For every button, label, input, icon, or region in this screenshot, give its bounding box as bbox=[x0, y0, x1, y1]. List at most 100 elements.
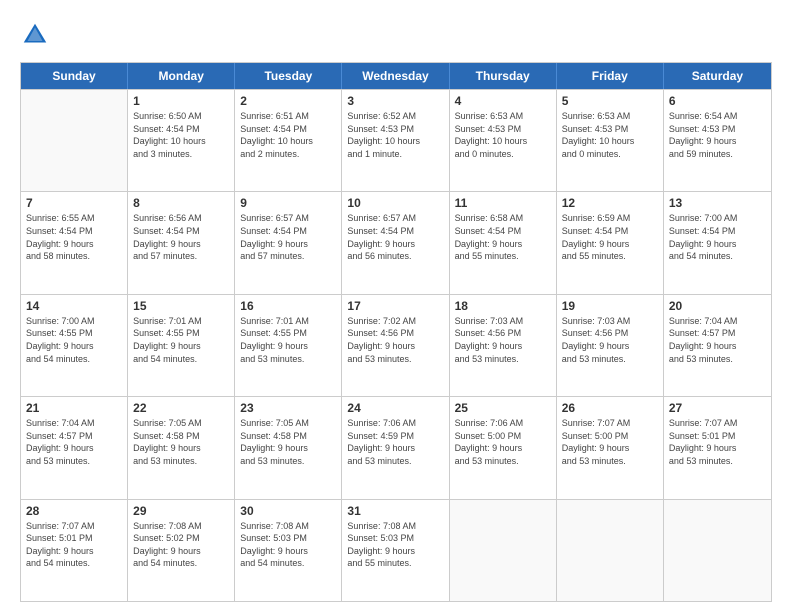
cell-line: Daylight: 9 hours bbox=[240, 442, 336, 455]
calendar-cell: 19Sunrise: 7:03 AMSunset: 4:56 PMDayligh… bbox=[557, 295, 664, 396]
cell-line: and 54 minutes. bbox=[133, 353, 229, 366]
cell-line: Daylight: 10 hours bbox=[562, 135, 658, 148]
cell-line: Sunset: 4:54 PM bbox=[133, 123, 229, 136]
day-number: 11 bbox=[455, 196, 551, 210]
calendar-cell: 31Sunrise: 7:08 AMSunset: 5:03 PMDayligh… bbox=[342, 500, 449, 601]
calendar-cell: 13Sunrise: 7:00 AMSunset: 4:54 PMDayligh… bbox=[664, 192, 771, 293]
calendar-week-row: 1Sunrise: 6:50 AMSunset: 4:54 PMDaylight… bbox=[21, 89, 771, 191]
day-number: 22 bbox=[133, 401, 229, 415]
cell-line: Sunrise: 6:54 AM bbox=[669, 110, 766, 123]
day-number: 31 bbox=[347, 504, 443, 518]
cell-line: Sunset: 4:57 PM bbox=[26, 430, 122, 443]
cell-line: Sunrise: 7:04 AM bbox=[669, 315, 766, 328]
cell-line: Sunrise: 6:55 AM bbox=[26, 212, 122, 225]
weekday-header: Sunday bbox=[21, 63, 128, 89]
cell-line: Daylight: 9 hours bbox=[133, 545, 229, 558]
cell-line: and 53 minutes. bbox=[240, 455, 336, 468]
cell-line: Daylight: 9 hours bbox=[669, 135, 766, 148]
calendar-cell: 10Sunrise: 6:57 AMSunset: 4:54 PMDayligh… bbox=[342, 192, 449, 293]
day-number: 3 bbox=[347, 94, 443, 108]
calendar-week-row: 28Sunrise: 7:07 AMSunset: 5:01 PMDayligh… bbox=[21, 499, 771, 601]
cell-line: and 54 minutes. bbox=[26, 557, 122, 570]
day-number: 9 bbox=[240, 196, 336, 210]
cell-line: Daylight: 9 hours bbox=[562, 340, 658, 353]
cell-line: and 55 minutes. bbox=[562, 250, 658, 263]
cell-line: Sunset: 5:03 PM bbox=[347, 532, 443, 545]
cell-line: Sunset: 4:54 PM bbox=[133, 225, 229, 238]
cell-line: and 56 minutes. bbox=[347, 250, 443, 263]
cell-line: Sunset: 4:53 PM bbox=[562, 123, 658, 136]
day-number: 6 bbox=[669, 94, 766, 108]
cell-line: Sunset: 4:56 PM bbox=[455, 327, 551, 340]
calendar-cell: 25Sunrise: 7:06 AMSunset: 5:00 PMDayligh… bbox=[450, 397, 557, 498]
cell-line: Daylight: 9 hours bbox=[26, 545, 122, 558]
weekday-header: Thursday bbox=[450, 63, 557, 89]
calendar-cell bbox=[450, 500, 557, 601]
calendar-cell: 1Sunrise: 6:50 AMSunset: 4:54 PMDaylight… bbox=[128, 90, 235, 191]
day-number: 30 bbox=[240, 504, 336, 518]
day-number: 14 bbox=[26, 299, 122, 313]
cell-line: Sunrise: 6:56 AM bbox=[133, 212, 229, 225]
day-number: 5 bbox=[562, 94, 658, 108]
cell-line: Sunset: 4:57 PM bbox=[669, 327, 766, 340]
calendar-cell: 21Sunrise: 7:04 AMSunset: 4:57 PMDayligh… bbox=[21, 397, 128, 498]
day-number: 4 bbox=[455, 94, 551, 108]
cell-line: Sunset: 4:55 PM bbox=[240, 327, 336, 340]
calendar-cell: 29Sunrise: 7:08 AMSunset: 5:02 PMDayligh… bbox=[128, 500, 235, 601]
cell-line: Sunset: 4:53 PM bbox=[347, 123, 443, 136]
cell-line: and 53 minutes. bbox=[240, 353, 336, 366]
day-number: 23 bbox=[240, 401, 336, 415]
cell-line: and 55 minutes. bbox=[347, 557, 443, 570]
cell-line: and 3 minutes. bbox=[133, 148, 229, 161]
calendar-cell: 17Sunrise: 7:02 AMSunset: 4:56 PMDayligh… bbox=[342, 295, 449, 396]
cell-line: Daylight: 9 hours bbox=[240, 340, 336, 353]
cell-line: and 55 minutes. bbox=[455, 250, 551, 263]
calendar-cell: 5 Sunrise: 6:53 AMSunset: 4:53 PMDaylight… bbox=[557, 90, 664, 191]
cell-line: and 53 minutes. bbox=[26, 455, 122, 468]
cell-line: and 53 minutes. bbox=[669, 455, 766, 468]
calendar-header: SundayMondayTuesdayWednesdayThursdayFrid… bbox=[21, 63, 771, 89]
cell-line: Sunrise: 6:52 AM bbox=[347, 110, 443, 123]
cell-line: Sunset: 4:59 PM bbox=[347, 430, 443, 443]
cell-line: Sunrise: 6:53 AM bbox=[562, 110, 658, 123]
calendar-cell bbox=[664, 500, 771, 601]
day-number: 1 bbox=[133, 94, 229, 108]
cell-line: Sunset: 4:56 PM bbox=[562, 327, 658, 340]
cell-line: Sunrise: 7:00 AM bbox=[669, 212, 766, 225]
calendar-cell: 12Sunrise: 6:59 AMSunset: 4:54 PMDayligh… bbox=[557, 192, 664, 293]
calendar: SundayMondayTuesdayWednesdayThursdayFrid… bbox=[20, 62, 772, 602]
cell-line: and 53 minutes. bbox=[133, 455, 229, 468]
cell-line: Sunrise: 7:06 AM bbox=[347, 417, 443, 430]
cell-line: and 54 minutes. bbox=[133, 557, 229, 570]
calendar-cell: 23Sunrise: 7:05 AMSunset: 4:58 PMDayligh… bbox=[235, 397, 342, 498]
calendar-cell: 9Sunrise: 6:57 AMSunset: 4:54 PMDaylight… bbox=[235, 192, 342, 293]
cell-line: and 57 minutes. bbox=[240, 250, 336, 263]
cell-line: Sunrise: 7:08 AM bbox=[133, 520, 229, 533]
cell-line: Sunset: 4:53 PM bbox=[455, 123, 551, 136]
cell-line: Sunrise: 7:05 AM bbox=[240, 417, 336, 430]
logo-icon bbox=[20, 20, 50, 50]
weekday-header: Monday bbox=[128, 63, 235, 89]
cell-line: Sunrise: 7:02 AM bbox=[347, 315, 443, 328]
cell-line: Daylight: 9 hours bbox=[133, 442, 229, 455]
calendar-cell: 26Sunrise: 7:07 AMSunset: 5:00 PMDayligh… bbox=[557, 397, 664, 498]
calendar-cell: 4Sunrise: 6:53 AMSunset: 4:53 PMDaylight… bbox=[450, 90, 557, 191]
calendar-cell: 28Sunrise: 7:07 AMSunset: 5:01 PMDayligh… bbox=[21, 500, 128, 601]
cell-line: Daylight: 9 hours bbox=[347, 238, 443, 251]
cell-line: Daylight: 9 hours bbox=[26, 238, 122, 251]
cell-line: and 53 minutes. bbox=[347, 455, 443, 468]
cell-line: and 54 minutes. bbox=[669, 250, 766, 263]
calendar-week-row: 21Sunrise: 7:04 AMSunset: 4:57 PMDayligh… bbox=[21, 396, 771, 498]
cell-line: Sunset: 5:03 PM bbox=[240, 532, 336, 545]
cell-line: Sunset: 4:54 PM bbox=[240, 225, 336, 238]
day-number: 19 bbox=[562, 299, 658, 313]
header bbox=[20, 20, 772, 50]
day-number: 25 bbox=[455, 401, 551, 415]
cell-line: Daylight: 9 hours bbox=[347, 545, 443, 558]
cell-line: Sunset: 5:01 PM bbox=[669, 430, 766, 443]
day-number: 29 bbox=[133, 504, 229, 518]
calendar-cell: 7Sunrise: 6:55 AMSunset: 4:54 PMDaylight… bbox=[21, 192, 128, 293]
cell-line: Daylight: 9 hours bbox=[455, 442, 551, 455]
cell-line: and 53 minutes. bbox=[562, 353, 658, 366]
cell-line: and 53 minutes. bbox=[347, 353, 443, 366]
